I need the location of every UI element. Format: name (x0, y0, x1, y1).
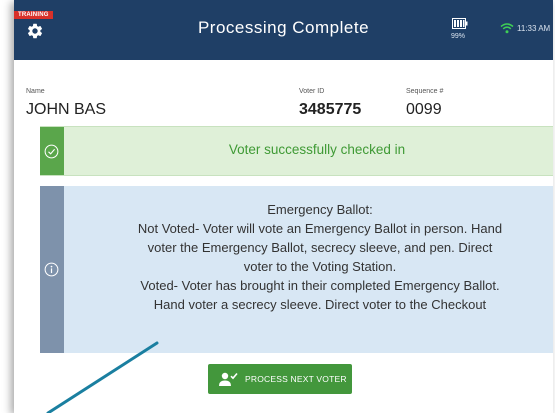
info-line: Hand voter a secrecy sleeve. Direct vote… (153, 297, 487, 312)
page-title: Processing Complete (197, 18, 370, 37)
info-line: voter to the Voting Station. (243, 259, 397, 274)
process-next-voter-label: PROCESS NEXT VOTER (245, 374, 347, 384)
sequence-label: Sequence # (406, 88, 444, 95)
name-value: JOHN BAS (26, 101, 107, 118)
info-line: Not Voted- Voter will vote an Emergency … (137, 221, 503, 236)
voter-id-label: Voter ID (299, 88, 325, 95)
wifi-icon (500, 23, 514, 34)
person-check-icon (219, 372, 238, 386)
battery-icon (452, 18, 468, 29)
sequence-value: 0099 (406, 101, 442, 118)
check-circle-icon (44, 144, 59, 159)
clock-time: 11:33 AM (517, 24, 551, 33)
info-alert-text: Emergency Ballot: Not Voted- Voter will … (70, 200, 553, 314)
success-alert: Voter successfully checked in (40, 126, 553, 176)
header-bar: TRAINING Processing Complete 99% 11:33 A… (14, 0, 553, 60)
process-next-voter-button[interactable]: PROCESS NEXT VOTER (208, 364, 352, 394)
info-line: voter the Emergency Ballot, secrecy slee… (147, 240, 493, 255)
success-alert-text: Voter successfully checked in (228, 142, 406, 157)
tablet-screen: TRAINING Processing Complete 99% 11:33 A… (14, 0, 553, 413)
name-label: Name (26, 88, 45, 95)
info-line: Voted- Voter has brought in their comple… (140, 278, 500, 293)
voter-id-value: 3485775 (299, 101, 362, 118)
info-circle-icon (44, 262, 59, 277)
battery-percent: 99% (451, 33, 466, 40)
info-alert: Emergency Ballot: Not Voted- Voter will … (40, 186, 553, 353)
info-line: Emergency Ballot: (267, 202, 373, 217)
